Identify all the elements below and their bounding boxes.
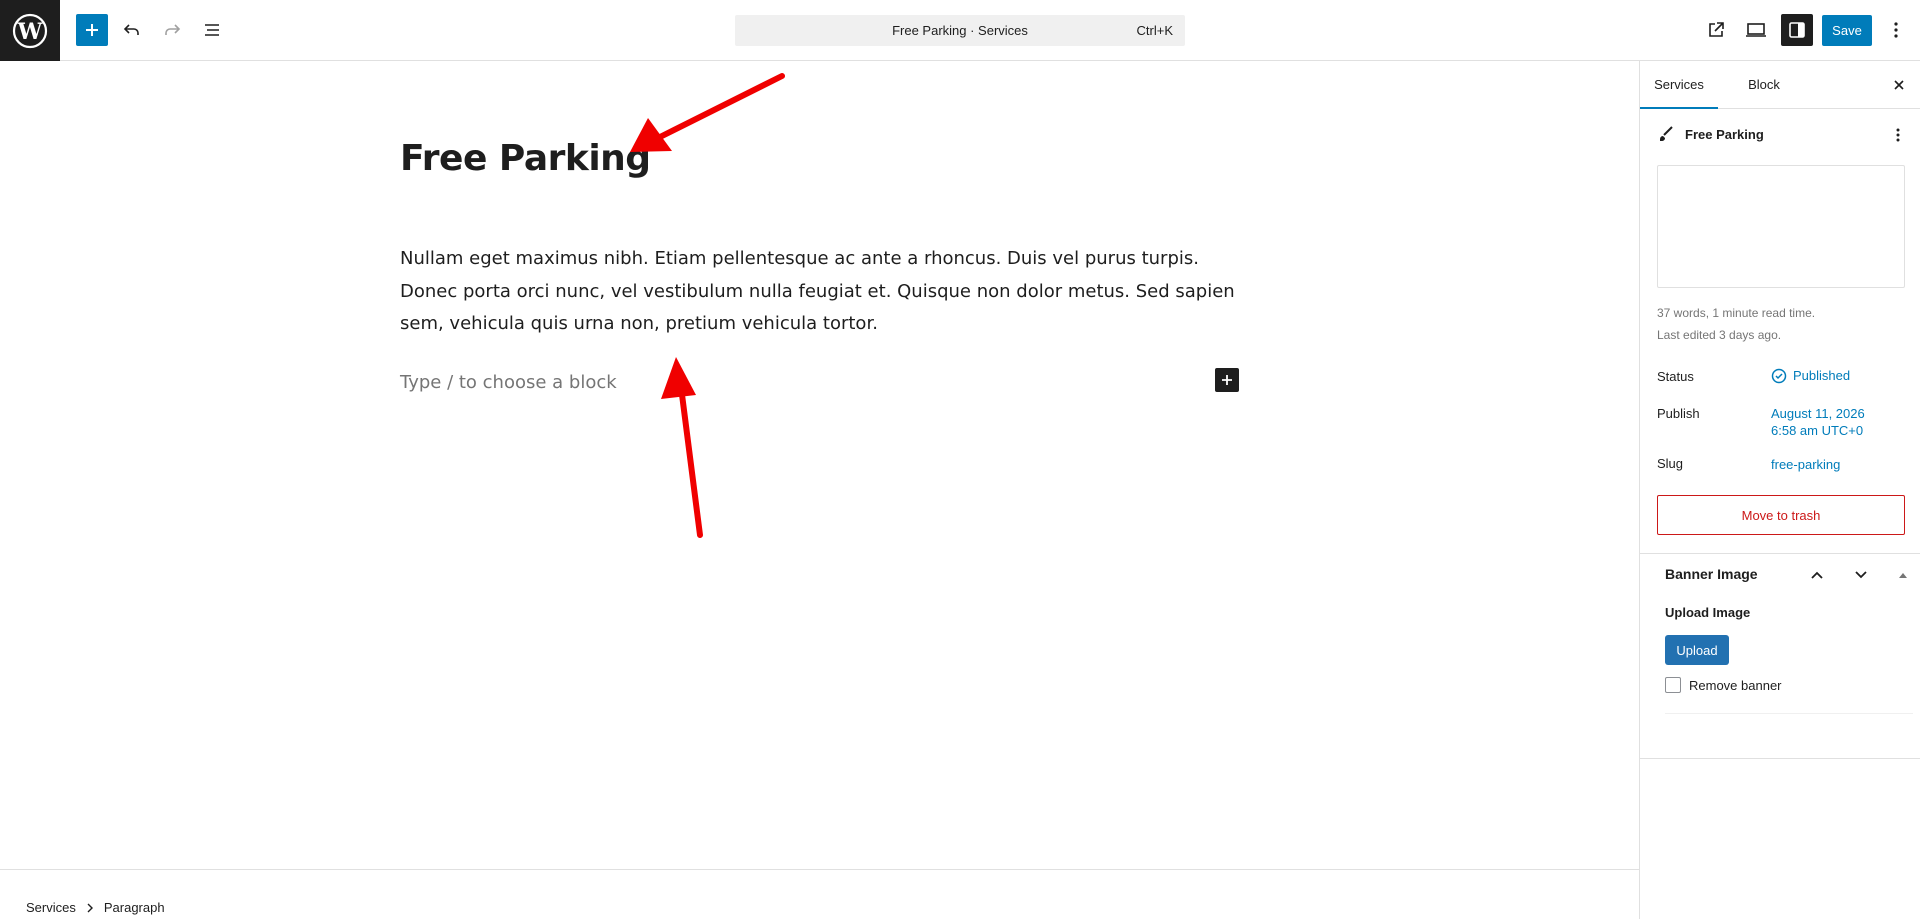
status-label: Status bbox=[1657, 369, 1694, 384]
wordpress-icon: W bbox=[12, 13, 48, 48]
desktop-icon bbox=[1746, 23, 1766, 37]
featured-image-area[interactable] bbox=[1657, 165, 1905, 288]
status-value: Published bbox=[1793, 368, 1851, 383]
post-actions-button[interactable] bbox=[1886, 123, 1910, 147]
slug-label: Slug bbox=[1657, 456, 1684, 471]
brush-icon bbox=[1660, 126, 1673, 141]
redo-button[interactable] bbox=[156, 14, 188, 46]
divider bbox=[1640, 758, 1920, 759]
undo-button[interactable] bbox=[116, 14, 148, 46]
sidebar-tabs: Services Block bbox=[1640, 61, 1920, 109]
more-vertical-icon bbox=[1896, 128, 1900, 142]
word-count-text: 37 words, 1 minute read time. bbox=[1657, 306, 1816, 320]
plus-icon bbox=[1222, 375, 1232, 385]
redo-icon bbox=[165, 24, 181, 35]
preview-button[interactable] bbox=[1740, 14, 1772, 46]
list-view-icon bbox=[205, 24, 219, 36]
svg-text:W: W bbox=[17, 19, 43, 45]
divider bbox=[1665, 713, 1913, 714]
published-check-icon bbox=[1771, 368, 1787, 383]
settings-toggle-button[interactable] bbox=[1781, 14, 1813, 46]
chevron-down-icon bbox=[1855, 571, 1867, 579]
sidebar-post-title: Free Parking bbox=[1685, 126, 1764, 142]
undo-icon bbox=[123, 24, 139, 35]
triangle-up-icon bbox=[1899, 573, 1907, 578]
publish-date-button[interactable]: August 11, 2026 6:58 am UTC+0 bbox=[1771, 405, 1865, 439]
sidebar-icon bbox=[1789, 22, 1805, 38]
add-block-button[interactable] bbox=[76, 14, 108, 46]
block-breadcrumb-bar: Services Paragraph bbox=[0, 869, 1639, 919]
status-value-button[interactable]: Published bbox=[1771, 367, 1850, 384]
tab-block[interactable]: Block bbox=[1732, 61, 1796, 109]
editor-canvas[interactable]: Free Parking Nullam eget maximus nibh. E… bbox=[0, 61, 1639, 869]
external-link-icon bbox=[1709, 22, 1724, 37]
slug-value-button[interactable]: free-parking bbox=[1771, 456, 1840, 473]
divider bbox=[1640, 553, 1920, 554]
save-button[interactable]: Save bbox=[1822, 15, 1872, 46]
settings-sidebar: Services Block Free Parking 37 words, 1 … bbox=[1639, 61, 1920, 919]
upload-button[interactable]: Upload bbox=[1665, 635, 1729, 665]
close-sidebar-button[interactable] bbox=[1887, 73, 1911, 97]
arrow-annotation-paragraph bbox=[661, 357, 703, 538]
upload-image-label: Upload Image bbox=[1665, 605, 1751, 620]
breadcrumb-item-paragraph[interactable]: Paragraph bbox=[104, 900, 165, 915]
view-post-button[interactable] bbox=[1700, 14, 1732, 46]
arrow-annotation-title bbox=[630, 73, 785, 152]
wordpress-logo-button[interactable]: W bbox=[0, 0, 60, 61]
tab-services[interactable]: Services bbox=[1640, 61, 1718, 109]
document-overview-button[interactable] bbox=[196, 14, 228, 46]
publish-label: Publish bbox=[1657, 406, 1700, 421]
metabox-title: Banner Image bbox=[1665, 566, 1758, 582]
annotation-arrows bbox=[630, 73, 785, 538]
options-button[interactable] bbox=[1880, 14, 1912, 46]
remove-banner-checkbox[interactable] bbox=[1665, 677, 1681, 693]
document-title: Free Parking · Services bbox=[892, 23, 1028, 38]
more-vertical-icon bbox=[1894, 22, 1898, 38]
move-down-button[interactable] bbox=[1847, 561, 1875, 589]
paragraph-block[interactable]: Nullam eget maximus nibh. Etiam pellente… bbox=[400, 243, 1240, 341]
plus-icon bbox=[86, 24, 98, 36]
breadcrumb-item-services[interactable]: Services bbox=[26, 900, 76, 915]
post-card-header: Free Parking bbox=[1657, 125, 1764, 143]
chevron-up-icon bbox=[1811, 571, 1823, 579]
shortcut-hint: Ctrl+K bbox=[1136, 23, 1173, 38]
toggle-panel-button[interactable] bbox=[1889, 561, 1917, 589]
inline-inserter-button[interactable] bbox=[1215, 368, 1239, 392]
command-palette-bar[interactable]: Free Parking · Services Ctrl+K bbox=[735, 15, 1185, 46]
move-to-trash-button[interactable]: Move to trash bbox=[1657, 495, 1905, 535]
move-up-button[interactable] bbox=[1803, 561, 1831, 589]
last-edited-text: Last edited 3 days ago. bbox=[1657, 328, 1782, 342]
editor-header: W Free Parking · Services Ctrl+K Save bbox=[0, 0, 1920, 61]
close-icon bbox=[1894, 80, 1904, 90]
remove-banner-label[interactable]: Remove banner bbox=[1689, 678, 1782, 693]
breadcrumb: Services Paragraph bbox=[26, 900, 165, 915]
remove-banner-row: Remove banner bbox=[1665, 677, 1782, 693]
post-title[interactable]: Free Parking bbox=[400, 138, 651, 179]
empty-block-placeholder[interactable]: Type / to choose a block bbox=[400, 372, 617, 393]
chevron-right-icon bbox=[87, 903, 93, 912]
publish-time: 6:58 am UTC+0 bbox=[1771, 423, 1864, 438]
publish-date: August 11, 2026 bbox=[1771, 406, 1865, 421]
